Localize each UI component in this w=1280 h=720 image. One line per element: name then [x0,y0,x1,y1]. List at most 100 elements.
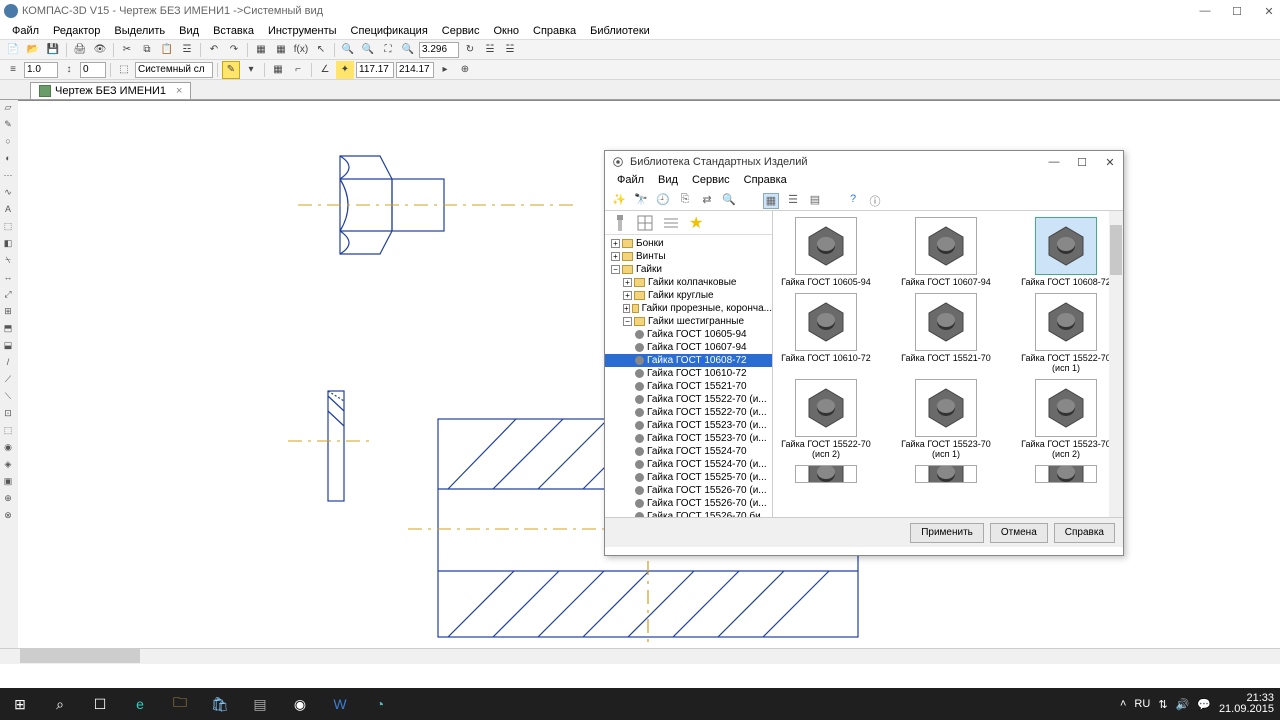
tree-row[interactable]: Гайка ГОСТ 15525-70 (и... [605,471,772,484]
ref-icon[interactable]: ✦ [336,61,354,79]
tree-row[interactable]: Гайка ГОСТ 15522-70 (и... [605,406,772,419]
highlight-icon[interactable]: ✎ [222,61,240,79]
taskview-icon[interactable]: ☐ [80,688,120,720]
tree-row[interactable]: Гайка ГОСТ 15526-70 (и... [605,497,772,510]
tree-row[interactable]: Гайка ГОСТ 10610-72 [605,367,772,380]
lib-menu-view[interactable]: Вид [652,173,684,191]
gallery-item[interactable]: Гайка ГОСТ 10607-94 [901,217,991,287]
cancel-button[interactable]: Отмена [990,523,1048,543]
gallery-item[interactable] [901,465,991,483]
grid-tab-icon[interactable] [637,215,653,231]
vtool-3[interactable]: ○ [0,136,16,152]
zoom-input[interactable] [419,42,459,58]
menu-select[interactable]: Выделить [108,24,171,38]
menu-window[interactable]: Окно [487,24,525,38]
chrome-icon[interactable]: ◉ [280,688,320,720]
horizontal-scrollbar[interactable] [0,648,1280,664]
view-input[interactable] [135,62,213,78]
vtool-20[interactable]: ⬚ [0,425,16,441]
clock[interactable]: 21:33 21.09.2015 [1219,693,1274,715]
volume-icon[interactable]: 🔊 [1176,698,1190,711]
ortho-icon[interactable]: ⌐ [289,61,307,79]
menu-help[interactable]: Справка [527,24,582,38]
refresh-icon[interactable]: ↻ [461,41,479,59]
grid-snap-icon[interactable]: ▦ [269,61,287,79]
menu-libraries[interactable]: Библиотеки [584,24,656,38]
tree-row[interactable]: Гайка ГОСТ 15524-70 (и... [605,458,772,471]
menu-tools[interactable]: Инструменты [262,24,343,38]
tree-row[interactable]: +Гайки прорезные, коронча... [605,302,772,315]
maximize-button[interactable]: ☐ [1230,5,1244,18]
lib-maximize-button[interactable]: ☐ [1075,156,1089,169]
layers-icon[interactable]: ☱ [481,41,499,59]
view-detail-icon[interactable]: ▤ [807,193,823,209]
gallery-item[interactable]: Гайка ГОСТ 15522-70 (исп 1) [1021,293,1111,373]
vtool-13[interactable]: ⊞ [0,306,16,322]
start-button[interactable]: ⊞ [0,688,40,720]
menu-service[interactable]: Сервис [436,24,486,38]
tree-row[interactable]: +Бонки [605,237,772,250]
search-icon[interactable]: ⌕ [40,688,80,720]
scrollbar-thumb[interactable] [20,649,140,663]
zoom-fit-icon[interactable]: ⛶ [379,41,397,59]
y-input[interactable] [396,62,434,78]
scale-input[interactable] [24,62,58,78]
tree-row[interactable]: +Винты [605,250,772,263]
lang-indicator[interactable]: RU [1134,698,1150,710]
gallery-item[interactable]: Гайка ГОСТ 15522-70 (исп 2) [781,379,871,459]
tree-row[interactable]: Гайка ГОСТ 10605-94 [605,328,772,341]
vtool-7[interactable]: A [0,204,16,220]
gallery-item[interactable]: Гайка ГОСТ 10610-72 [781,293,871,373]
vtool-17[interactable]: ⟋ [0,374,16,390]
view-list-icon[interactable]: ☰ [785,193,801,209]
vtool-2[interactable]: ✎ [0,119,16,135]
grid2-icon[interactable]: ▦ [272,41,290,59]
cursor-icon[interactable]: ↖ [312,41,330,59]
document-tab[interactable]: Чертеж БЕЗ ИМЕНИ1 × [30,82,191,99]
vtool-9[interactable]: ◧ [0,238,16,254]
word-icon[interactable]: W [320,688,360,720]
fx-icon[interactable]: f(x) [292,41,310,59]
origin-icon[interactable]: ⊕ [456,61,474,79]
menu-editor[interactable]: Редактор [47,24,106,38]
tree-row[interactable]: Гайка ГОСТ 15526-70 би... [605,510,772,517]
tree-row[interactable]: Гайка ГОСТ 15523-70 (и... [605,432,772,445]
layer-icon[interactable]: ⬚ [115,61,133,79]
replace-icon[interactable]: ⇄ [699,193,715,209]
gallery-item[interactable]: Гайка ГОСТ 10608-72 [1021,217,1111,287]
save-icon[interactable]: 💾 [44,41,62,59]
zoom-in-icon[interactable]: 🔍 [339,41,357,59]
vtool-6[interactable]: ∿ [0,187,16,203]
list-tab-icon[interactable] [663,215,679,231]
vtool-19[interactable]: ⊡ [0,408,16,424]
vtool-4[interactable]: ◐ [0,153,16,169]
vtool-22[interactable]: ◈ [0,459,16,475]
kompas-icon[interactable]: ◔ [360,688,400,720]
app1-icon[interactable]: ▤ [240,688,280,720]
lib-menu-help[interactable]: Справка [738,173,793,191]
angle-icon[interactable]: ∠ [316,61,334,79]
store-icon[interactable]: 🛍 [200,688,240,720]
help-button[interactable]: Справка [1054,523,1115,543]
minimize-button[interactable]: — [1198,5,1212,18]
explorer-icon[interactable]: 🗀 [160,688,200,720]
lib-close-button[interactable]: ✕ [1103,156,1117,169]
insert-icon[interactable]: ⎘ [677,193,693,209]
vtool-18[interactable]: ⟍ [0,391,16,407]
menu-view[interactable]: Вид [173,24,205,38]
tree-row[interactable]: −Гайки [605,263,772,276]
menu-insert[interactable]: Вставка [207,24,260,38]
vtool-24[interactable]: ⊕ [0,493,16,509]
step-input[interactable] [80,62,106,78]
menu-file[interactable]: Файл [6,24,45,38]
gallery-item[interactable]: Гайка ГОСТ 10605-94 [781,217,871,287]
vtool-16[interactable]: / [0,357,16,373]
tree-row[interactable]: +Гайки колпачковые [605,276,772,289]
gallery-item[interactable]: Гайка ГОСТ 15523-70 (исп 1) [901,379,991,459]
vtool-11[interactable]: ↔ [0,272,16,288]
vtool-14[interactable]: ⬒ [0,323,16,339]
view-large-icon[interactable]: ▦ [763,193,779,209]
tree-row[interactable]: Гайка ГОСТ 15523-70 (и... [605,419,772,432]
undo-icon[interactable]: ↶ [205,41,223,59]
info-icon[interactable]: ⓘ [867,193,883,209]
